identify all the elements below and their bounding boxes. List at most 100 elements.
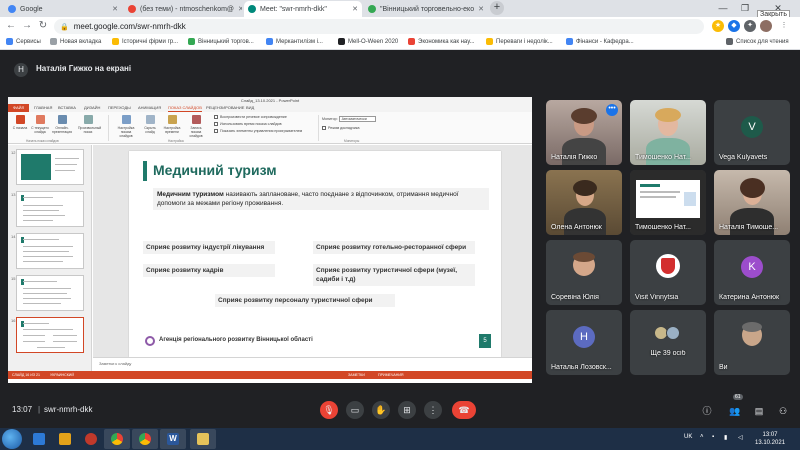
bookmark-icon (566, 38, 573, 45)
participant-tile[interactable]: Тимошенко Нат... (630, 170, 706, 235)
thumbnail-line (23, 341, 45, 342)
tray-up-arrow-icon[interactable]: ˄ (700, 434, 704, 440)
participant-tile[interactable]: Visit Vinnytsia (630, 240, 706, 305)
browser-tab[interactable]: Google ✕ (4, 1, 122, 17)
more-options-button[interactable]: ⋮ (424, 401, 442, 419)
browser-tab-active[interactable]: Meet: "swr-nmrh-dkk" ✕ (244, 1, 362, 17)
thumbnail-line (23, 246, 73, 247)
url-input[interactable]: 🔒 meet.google.com/swr-nmrh-dkk (54, 19, 704, 34)
shared-screen: Слайд_13.10.2021 - PowerPoint ФАЙЛ ГЛАВН… (8, 97, 532, 383)
browser-tab[interactable]: "Вінницький торговельно-еко ✕ (364, 1, 486, 17)
leave-call-button[interactable]: ☎ (452, 401, 476, 419)
participant-tile[interactable]: H Наталья Лозовск... (546, 310, 622, 375)
reading-list[interactable]: Список для чтения (726, 38, 789, 45)
taskbar-app[interactable] (52, 429, 78, 449)
activities-icon[interactable]: ⚇ (776, 404, 790, 418)
thumbnail-line (23, 281, 57, 282)
extensions-puzzle-icon[interactable]: ✦ (744, 20, 756, 32)
participant-tile[interactable]: Тимошенко Нат... (630, 100, 706, 165)
thumbnail-line (23, 251, 69, 252)
close-tab-icon[interactable]: ✕ (474, 5, 484, 13)
start-button[interactable] (2, 429, 22, 449)
close-tab-icon[interactable]: ✕ (348, 5, 358, 13)
participant-tile[interactable]: Наталія Тимоше... (714, 170, 790, 235)
menu-dots-icon[interactable]: ⋮ (778, 20, 790, 32)
maximize-window-icon[interactable]: ❐ (734, 0, 756, 17)
back-icon[interactable]: ← (4, 19, 18, 33)
presenter-status: Наталія Гижко на екрані (36, 64, 132, 73)
thumbnail-line (23, 293, 67, 294)
meeting-info-icon[interactable]: ⓘ (700, 404, 714, 418)
bookmark-item[interactable]: Экономика как нау... (408, 38, 475, 45)
monitor-label: Монитор: (322, 117, 338, 121)
close-tab-icon[interactable]: ✕ (108, 5, 118, 13)
tray-clock[interactable]: 13:07 13.10.2021 (755, 431, 785, 447)
tray-app-icon[interactable]: ▪ (712, 434, 714, 440)
participant-avatar: H (573, 326, 595, 348)
thumbnail-line (23, 303, 61, 304)
bookmark-item[interactable]: Mell-O-Ween 2020 (338, 38, 398, 45)
app-icon (85, 433, 97, 445)
reload-icon[interactable]: ↻ (36, 19, 50, 33)
status-notes: ЗАМЕТКИ (348, 373, 365, 377)
taskbar-app[interactable] (132, 429, 158, 449)
more-vert-icon: ⋮ (428, 405, 438, 415)
meet-control-bar: 13:07 | swr-nmrh-dkk 🎙 ▭ ✋ ⊞ ⋮ ☎ ⓘ 👥 ▤ ⚇ (0, 392, 800, 428)
bookmark-label: Вінницький торгов... (198, 38, 254, 45)
new-tab-button[interactable]: + (490, 1, 504, 15)
participant-tile-self[interactable]: Ви (714, 310, 790, 375)
taskbar-app[interactable] (26, 429, 52, 449)
participant-name: Vega Kulyavets (719, 154, 768, 161)
bookmark-item[interactable]: Новая вкладка (50, 38, 101, 45)
participant-hair (740, 178, 765, 198)
tray-time: 13:07 (762, 432, 778, 438)
close-tab-icon[interactable]: ✕ (234, 5, 242, 13)
ppt-ribbon-label: Произвольный показ (78, 126, 102, 134)
checkbox-icon (322, 126, 326, 130)
chat-icon[interactable]: ▤ (752, 404, 766, 418)
bookmark-item[interactable]: Фінанси - Кафедра... (566, 38, 634, 45)
more-options-icon[interactable]: ••• (606, 104, 618, 116)
volume-icon[interactable]: ◁ (738, 434, 743, 441)
participant-tile[interactable]: ••• Наталія Гижко (546, 100, 622, 165)
taskbar-app[interactable]: W (160, 429, 186, 449)
bookmark-item[interactable]: Історичні фірми гр... (112, 38, 178, 45)
minimize-window-icon[interactable]: — (712, 0, 734, 17)
forward-icon[interactable]: → (20, 19, 34, 33)
meeting-code: swr-nmrh-dkk (44, 405, 93, 414)
bookmark-item[interactable]: Переваги і недолік... (486, 38, 553, 45)
bookmark-icon (266, 38, 273, 45)
participant-tile[interactable]: V Vega Kulyavets (714, 100, 790, 165)
participant-name: Наталія Гижко (551, 154, 598, 161)
extension-icon[interactable]: ◆ (728, 20, 740, 32)
bookmark-item[interactable]: Меркантилізм і... (266, 38, 323, 45)
thumbnail-line (23, 205, 63, 206)
ppt-ribbon-label: Настройка времени (163, 126, 181, 134)
bookmark-item[interactable]: Вінницький торгов... (188, 38, 254, 45)
raise-hand-button[interactable]: ✋ (372, 401, 390, 419)
taskbar-app[interactable] (104, 429, 130, 449)
browser-tab[interactable]: (без теми) - ntmoschenkom@ ✕ (124, 1, 242, 17)
more-participants-tile[interactable]: Ще 39 осіб (630, 310, 706, 375)
address-bar: ← → ↻ 🔒 meet.google.com/swr-nmrh-dkk ★ ◆… (0, 17, 800, 36)
taskbar-app[interactable] (190, 429, 216, 449)
bookmark-item[interactable]: Сервисы (6, 38, 41, 45)
ribbon-divider (108, 115, 109, 141)
participant-tile[interactable]: K Катерина Антонюк (714, 240, 790, 305)
network-icon[interactable]: ▮ (724, 434, 727, 441)
preview-line (640, 191, 680, 193)
profile-avatar[interactable] (760, 20, 772, 32)
participant-tile[interactable]: Олена Антонюк (546, 170, 622, 235)
participant-tile[interactable]: Соревіна Юлія (546, 240, 622, 305)
keyboard-language[interactable]: UK (684, 434, 692, 440)
people-icon[interactable]: 👥 (728, 404, 742, 418)
microphone-off-button[interactable]: 🎙 (320, 401, 338, 419)
slide-intro: Медичним туризмом називають заплановане,… (153, 188, 489, 210)
camera-button[interactable]: ▭ (346, 401, 364, 419)
presenter-avatar: H (14, 63, 28, 77)
present-screen-button[interactable]: ⊞ (398, 401, 416, 419)
browser-tab-label: (без теми) - ntmoschenkom@ (140, 5, 235, 13)
ppt-checkbox-label: Воспроизвести речевое сопровождение (220, 115, 287, 119)
taskbar-app[interactable] (78, 429, 104, 449)
bookmark-star-icon[interactable]: ★ (712, 20, 724, 32)
